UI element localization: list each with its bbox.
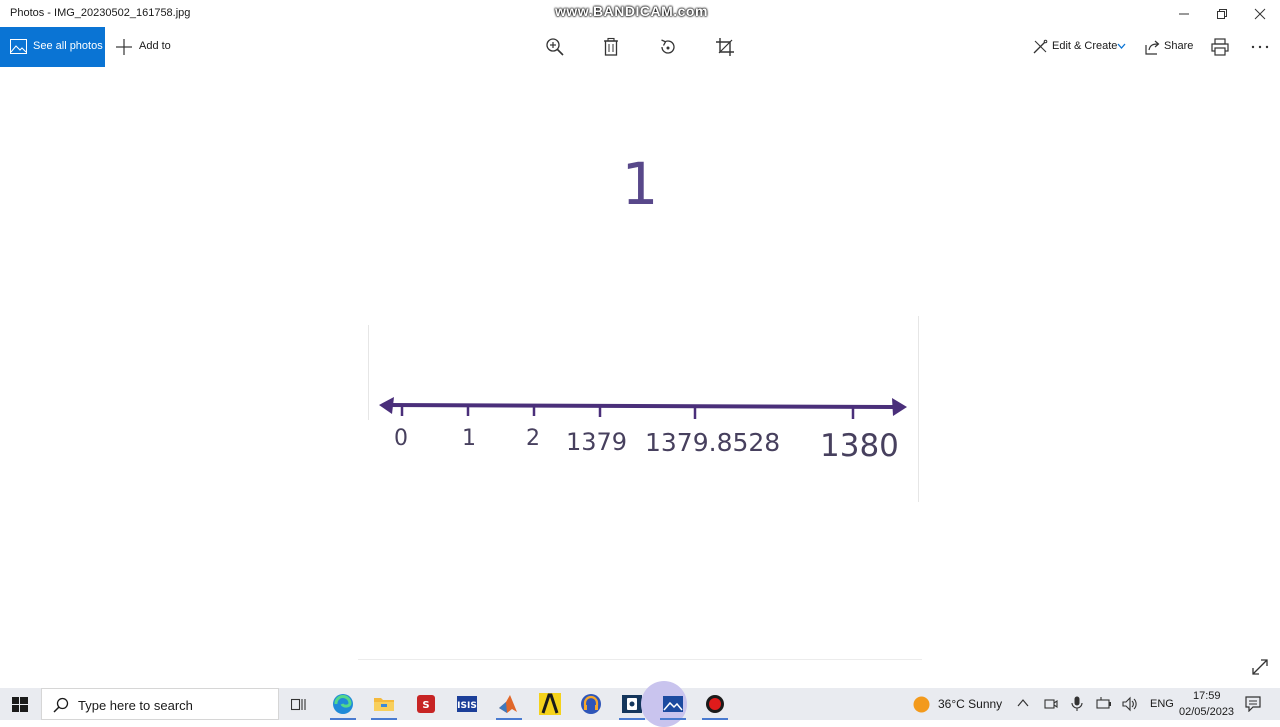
bandicam-record-icon[interactable] xyxy=(703,692,727,716)
left-arrow-head xyxy=(379,397,394,414)
tick-label: 2 xyxy=(526,426,540,451)
clock-time[interactable]: 17:59 xyxy=(1193,690,1221,702)
search-icon xyxy=(53,697,69,713)
tick-label: 0 xyxy=(394,426,408,451)
notifications-icon[interactable] xyxy=(1245,696,1261,712)
task-view-icon[interactable] xyxy=(291,697,308,712)
microphone-icon[interactable] xyxy=(1071,696,1083,712)
tick-label: 1380 xyxy=(820,428,899,464)
windows-start-icon[interactable] xyxy=(12,697,28,712)
headphones-app-icon[interactable] xyxy=(579,692,603,716)
meet-now-icon[interactable] xyxy=(1044,697,1058,711)
tick-label: 1379 xyxy=(566,428,628,456)
battery-icon[interactable] xyxy=(1096,697,1112,711)
volume-icon[interactable] xyxy=(1122,696,1138,712)
edge-browser-icon[interactable] xyxy=(331,692,355,716)
chevron-up-icon[interactable] xyxy=(1017,698,1029,708)
yellow-a-app-icon[interactable] xyxy=(538,692,562,716)
svg-text:ISIS: ISIS xyxy=(457,701,477,711)
taskbar-search-box[interactable]: Type here to search xyxy=(41,688,279,720)
photos-app-icon[interactable] xyxy=(661,692,685,716)
number-line-axis xyxy=(387,403,899,409)
weather-text[interactable]: 36°C Sunny xyxy=(938,697,1002,711)
language-indicator[interactable]: ENG xyxy=(1150,698,1174,710)
taskbar: Type here to search S ISIS 36°C Sunny EN… xyxy=(0,681,1280,727)
file-explorer-icon[interactable] xyxy=(372,692,396,716)
number-line xyxy=(379,397,907,419)
weather-sun-icon[interactable] xyxy=(913,696,930,713)
isis-proteus-icon[interactable]: ISIS xyxy=(455,692,479,716)
tick-label: 1 xyxy=(462,426,476,451)
svg-text:S: S xyxy=(422,700,429,711)
solidworks-icon[interactable]: S xyxy=(414,692,438,716)
right-arrow-head xyxy=(892,398,907,416)
clock-date[interactable]: 02/05/2023 xyxy=(1179,706,1234,718)
search-placeholder: Type here to search xyxy=(78,698,193,713)
tick-label: 1379.8528 xyxy=(645,428,781,457)
fullscreen-icon[interactable] xyxy=(1251,658,1269,676)
matlab-icon[interactable] xyxy=(497,692,521,716)
